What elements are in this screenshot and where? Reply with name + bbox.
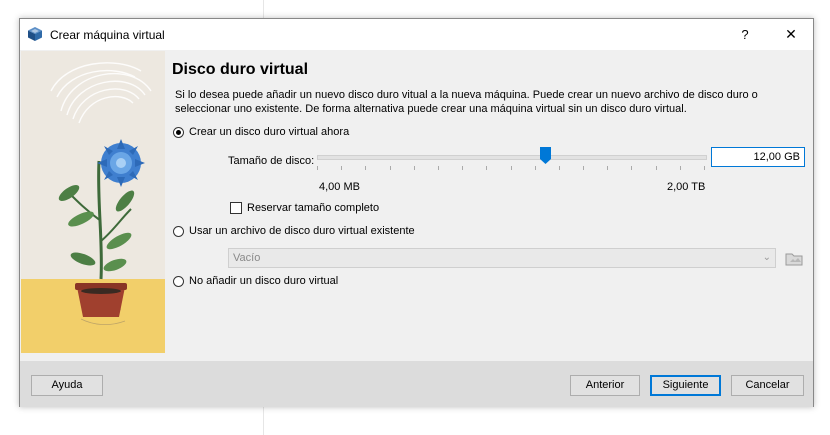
slider-tick — [656, 166, 657, 170]
virtualbox-cube-icon — [28, 27, 42, 41]
slider-tick — [583, 166, 584, 170]
window-title: Crear máquina virtual — [50, 28, 165, 42]
slider-tick — [341, 166, 342, 170]
page-title: Disco duro virtual — [172, 61, 309, 78]
no-disk-radio[interactable] — [173, 276, 184, 287]
slider-tick — [414, 166, 415, 170]
slider-tick — [317, 166, 318, 170]
disk-size-slider-ticks — [317, 166, 705, 171]
disk-size-slider-track[interactable] — [317, 155, 707, 160]
slider-tick — [680, 166, 681, 170]
slider-tick — [607, 166, 608, 170]
chevron-down-icon: ⌄ — [762, 252, 771, 263]
close-button[interactable]: ✕ — [768, 19, 814, 50]
slider-tick — [535, 166, 536, 170]
use-existing-radio[interactable] — [173, 226, 184, 237]
title-bar: Crear máquina virtual ? ✕ — [20, 19, 813, 50]
folder-browse-icon[interactable] — [784, 248, 804, 268]
disk-size-slider-handle[interactable] — [540, 147, 551, 164]
no-disk-label: No añadir un disco duro virtual — [189, 275, 339, 287]
disk-size-label: Tamaño de disco: — [228, 155, 315, 167]
existing-disk-select[interactable]: Vacío ⌄ — [228, 248, 776, 268]
wizard-illustration — [21, 51, 165, 353]
slider-tick — [704, 166, 705, 170]
slider-tick — [559, 166, 560, 170]
next-button[interactable]: Siguiente — [650, 375, 721, 396]
cancel-button[interactable]: Cancelar — [731, 375, 804, 396]
preallocate-checkbox[interactable] — [230, 202, 242, 214]
help-button[interactable]: Ayuda — [31, 375, 103, 396]
slider-max-label: 2,00 TB — [667, 181, 706, 193]
slider-tick — [365, 166, 366, 170]
existing-disk-value: Vacío — [233, 252, 261, 264]
create-disk-radio[interactable] — [173, 127, 184, 138]
slider-tick — [390, 166, 391, 170]
help-title-button[interactable]: ? — [722, 19, 768, 50]
create-disk-label: Crear un disco duro virtual ahora — [189, 126, 350, 138]
disk-size-input[interactable]: 12,00 GB — [711, 147, 805, 167]
use-existing-label: Usar un archivo de disco duro virtual ex… — [189, 225, 415, 237]
page-description: Si lo desea puede añadir un nuevo disco … — [175, 89, 758, 115]
preallocate-label: Reservar tamaño completo — [247, 202, 380, 214]
back-button[interactable]: Anterior — [570, 375, 640, 396]
slider-tick — [486, 166, 487, 170]
slider-tick — [462, 166, 463, 170]
slider-min-label: 4,00 MB — [319, 181, 360, 193]
slider-tick — [631, 166, 632, 170]
create-vm-dialog: Crear máquina virtual ? ✕ Disco duro vir… — [19, 18, 814, 407]
slider-tick — [438, 166, 439, 170]
slider-tick — [511, 166, 512, 170]
